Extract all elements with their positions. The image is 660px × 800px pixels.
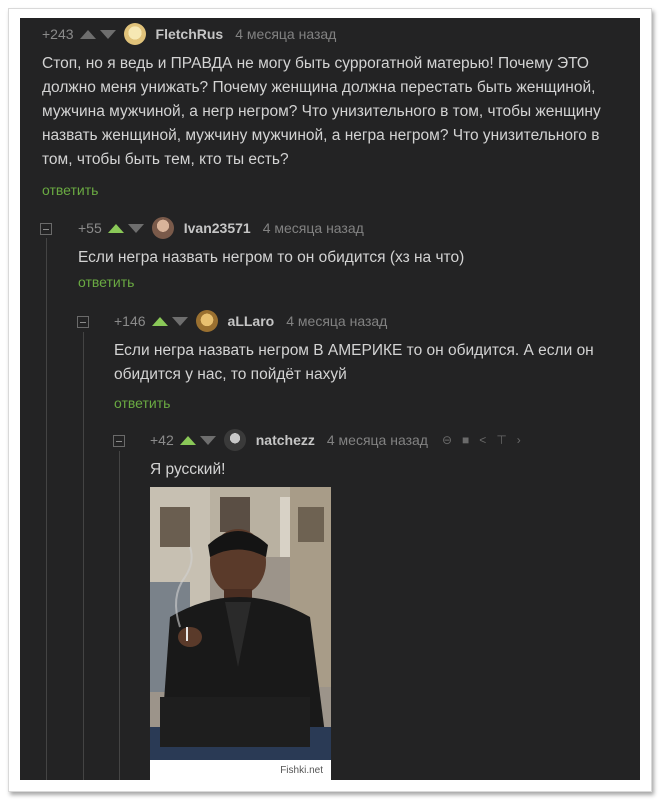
avatar[interactable] [195,310,218,332]
link-icon[interactable]: ⊖ [442,433,452,447]
comment-time[interactable]: 4 месяца назад [235,26,336,42]
upvote-icon[interactable] [179,435,196,445]
upvote-icon[interactable] [151,316,168,326]
comment-text: Стоп, но я ведь и ПРАВДА не могу быть су… [42,55,601,168]
comment-author[interactable]: Ivan23571 [184,220,251,236]
comment-tools: ⊖ ■ < ⊤ › [442,433,521,447]
comment: +243 FletchRus 4 месяца назад Стоп, но я… [42,22,622,200]
comment: +42 natchezz 4 месяца назад ⊖ ■ < ⊤ › Я … [150,428,630,482]
comment-score: +243 [42,26,74,42]
comment-time[interactable]: 4 месяца назад [327,432,428,448]
collapse-toggle-icon[interactable] [40,223,52,235]
save-icon[interactable]: ■ [462,433,469,447]
comment-header: +146 aLLaro 4 месяца назад [114,309,624,333]
comment-time[interactable]: 4 месяца назад [286,313,387,329]
image-watermark: Fishki.net [150,760,331,780]
comments-panel: +243 FletchRus 4 месяца назад Стоп, но я… [20,18,640,780]
collapse-toggle-icon[interactable] [77,316,89,328]
comment-score: +42 [150,432,174,448]
thread-line [83,332,84,780]
downvote-icon[interactable] [199,435,216,445]
collapse-toggle-icon[interactable] [113,435,125,447]
downvote-icon[interactable] [127,223,144,233]
comment-score: +146 [114,313,146,329]
avatar[interactable] [223,429,246,451]
share-icon[interactable]: < [479,433,486,447]
reply-link[interactable]: ответить [114,395,170,411]
comment-author[interactable]: FletchRus [156,26,224,42]
comment: +146 aLLaro 4 месяца назад Если негра на… [114,309,624,413]
avatar[interactable] [123,23,146,45]
downvote-icon[interactable] [171,316,188,326]
thread-line [46,238,47,780]
pin-icon[interactable]: ⊤ [496,433,506,447]
reply-link[interactable]: ответить [78,274,134,290]
reply-link[interactable]: ответить [42,182,98,198]
comment-text: Если негра назвать негром В АМЕРИКЕ то о… [114,342,594,383]
avatar[interactable] [151,217,174,239]
comment-author[interactable]: natchezz [256,432,315,448]
upvote-icon[interactable] [107,223,124,233]
comment-header: +243 FletchRus 4 месяца назад [42,22,622,46]
comment-author[interactable]: aLLaro [228,313,275,329]
upvote-icon[interactable] [79,29,96,39]
comment-header: +55 Ivan23571 4 месяца назад [78,216,618,240]
photo-illustration [150,487,331,780]
comment-photo[interactable]: Fishki.net [150,487,331,780]
comment-score: +55 [78,220,102,236]
comment: +55 Ivan23571 4 месяца назад Если негра … [78,216,618,292]
comment-text: Если негра назвать негром то он обидится… [78,249,465,266]
comment-text: Я русский! [150,461,226,478]
comment-header: +42 natchezz 4 месяца назад ⊖ ■ < ⊤ › [150,428,630,452]
comment-time[interactable]: 4 месяца назад [263,220,364,236]
downvote-icon[interactable] [99,29,116,39]
more-icon[interactable]: › [517,433,521,447]
thread-line [119,451,120,780]
